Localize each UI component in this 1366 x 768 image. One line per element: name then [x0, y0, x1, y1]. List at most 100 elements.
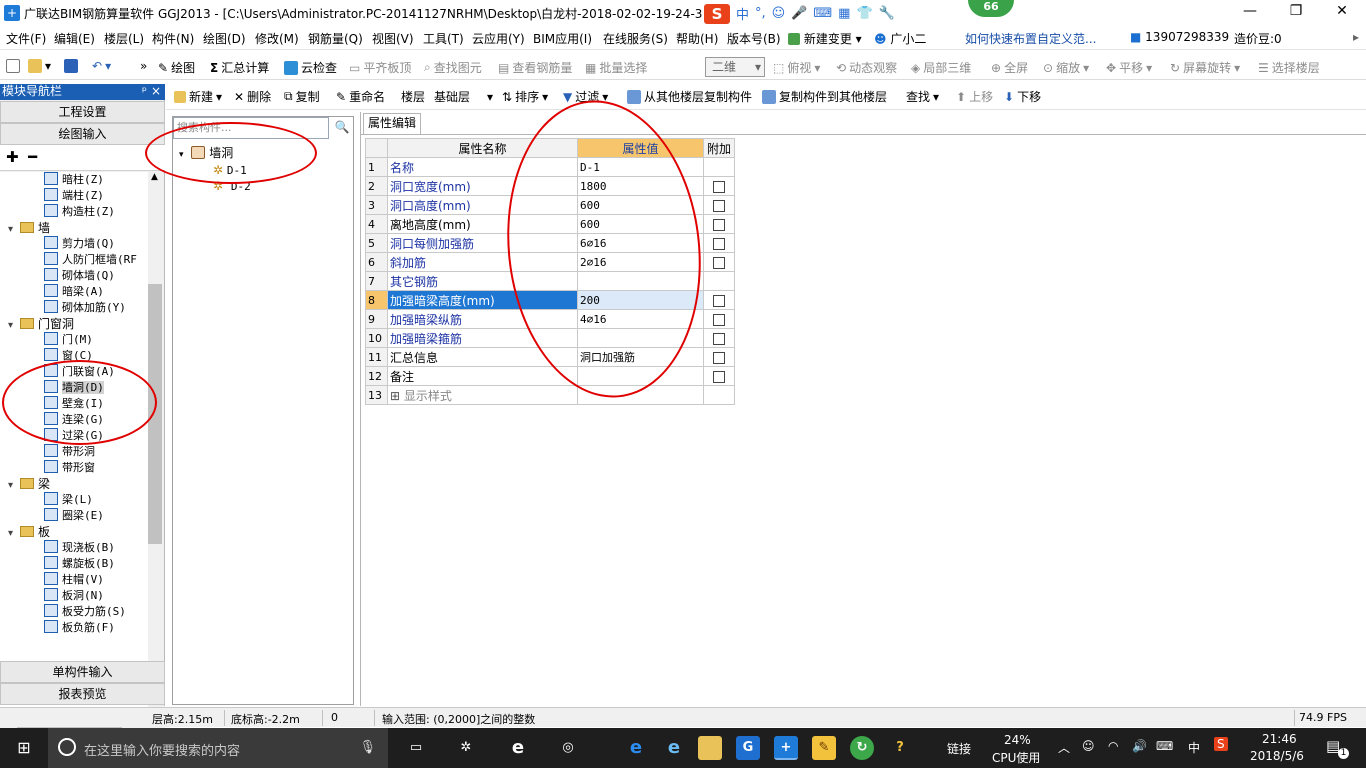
cloud-check-button[interactable]: 云检查: [284, 59, 337, 76]
tree-expand-icon[interactable]: ▾: [8, 222, 20, 238]
windows-start-icon[interactable]: ⊞: [0, 728, 48, 768]
pan-button[interactable]: ✥ 平移 ▾: [1106, 59, 1152, 76]
nav-item[interactable]: 砌体墙(Q): [44, 268, 115, 284]
pinwheel-icon[interactable]: ✲: [454, 736, 478, 760]
nav-item[interactable]: 构造柱(Z): [44, 204, 115, 220]
task-view-icon[interactable]: ▭: [404, 736, 428, 760]
ie-icon[interactable]: e: [506, 736, 530, 760]
help-app-icon[interactable]: ?: [888, 736, 912, 760]
nav-item[interactable]: 板洞(N): [44, 588, 104, 604]
notes-app-icon[interactable]: ✎: [812, 736, 836, 760]
view-mode-select[interactable]: 二维 ▾: [705, 57, 765, 77]
report-preview-button[interactable]: 报表预览: [0, 683, 165, 705]
collapse-all-icon[interactable]: ━: [28, 148, 37, 166]
extra-checkbox[interactable]: [713, 332, 725, 345]
tip-link[interactable]: 如何快速布置自定义范...: [965, 30, 1096, 47]
menubar-scroll-icon[interactable]: ▸: [1353, 30, 1359, 44]
nav-item[interactable]: 门(M): [44, 332, 93, 348]
emoji-icon[interactable]: ☺: [772, 6, 786, 21]
menu-modify[interactable]: 修改(M): [255, 30, 299, 47]
extra-checkbox[interactable]: [713, 351, 725, 364]
move-down-button[interactable]: ⬇ 下移: [1004, 88, 1041, 105]
nav-item[interactable]: 砌体加筋(Y): [44, 300, 126, 316]
find-element-button[interactable]: ⌕ 查找图元: [424, 59, 482, 76]
property-row[interactable]: 12 备注: [365, 366, 735, 386]
clock-time[interactable]: 21:46: [1262, 732, 1297, 746]
new-component-button[interactable]: 新建 ▾: [174, 88, 222, 105]
extra-checkbox[interactable]: [713, 256, 725, 269]
nav-item[interactable]: 螺旋板(B): [44, 556, 115, 572]
ime-punct[interactable]: °,: [755, 6, 766, 21]
extra-checkbox[interactable]: [713, 313, 725, 326]
menu-online[interactable]: 在线服务(S): [603, 30, 668, 47]
sum-button[interactable]: Σ 汇总计算: [210, 59, 269, 76]
nav-category[interactable]: ▾ 梁: [8, 476, 50, 492]
extra-checkbox[interactable]: [713, 199, 725, 212]
extra-checkbox[interactable]: [713, 218, 725, 231]
tab-property-edit[interactable]: 属性编辑: [363, 113, 421, 134]
dynamic-view-button[interactable]: ⟲ 动态观察: [836, 59, 897, 76]
user-account[interactable]: ■ 13907298339: [1130, 30, 1229, 44]
nav-item[interactable]: 板受力筋(S): [44, 604, 126, 620]
skin-icon[interactable]: 👕: [856, 6, 872, 21]
tree-expand-icon[interactable]: ▾: [8, 478, 20, 494]
menu-rebar[interactable]: 钢筋量(Q): [308, 30, 363, 47]
search-icon[interactable]: 🔍: [330, 117, 354, 139]
restore-button[interactable]: ❐: [1273, 0, 1319, 24]
toolbox-icon[interactable]: ▦: [838, 6, 850, 21]
align-slab-button[interactable]: ▭ 平齐板顶: [349, 59, 411, 76]
nav-item[interactable]: 带形窗: [44, 460, 95, 476]
nav-item[interactable]: 暗梁(A): [44, 284, 104, 300]
top-view-button[interactable]: ⬚ 俯视 ▾: [773, 59, 820, 76]
tray-expand-icon[interactable]: ︿: [1058, 739, 1070, 756]
microphone-icon[interactable]: 🎙: [359, 740, 376, 755]
people-icon[interactable]: ☺: [1082, 739, 1095, 753]
scroll-up-icon[interactable]: ▲: [151, 172, 158, 182]
copy-button[interactable]: ⧉ 复制: [284, 88, 320, 105]
select-floor-button[interactable]: ☰ 选择楼层: [1258, 59, 1320, 76]
nav-item[interactable]: 梁(L): [44, 492, 93, 508]
nav-item[interactable]: 剪力墙(Q): [44, 236, 115, 252]
menu-help[interactable]: 帮助(H): [676, 30, 718, 47]
swirl-app-icon[interactable]: ◎: [556, 736, 580, 760]
delete-button[interactable]: ✕ 删除: [234, 88, 271, 105]
nav-item[interactable]: 端柱(Z): [44, 188, 104, 204]
clock-date[interactable]: 2018/5/6: [1250, 749, 1304, 763]
expand-row-icon[interactable]: ⊞: [390, 389, 404, 403]
nav-item[interactable]: 现浇板(B): [44, 540, 115, 556]
menu-edit[interactable]: 编辑(E): [54, 30, 95, 47]
tree-expand-icon[interactable]: ▾: [8, 318, 20, 334]
edge-icon[interactable]: e: [624, 736, 648, 760]
local-3d-button[interactable]: ◈ 局部三维: [911, 59, 971, 76]
overflow-icon[interactable]: »: [140, 59, 147, 73]
copy-to-floor-button[interactable]: 复制构件到其他楼层: [762, 88, 887, 105]
nav-category[interactable]: ▾ 墙: [8, 220, 50, 236]
menu-version[interactable]: 版本号(B): [727, 30, 781, 47]
menu-floor[interactable]: 楼层(L): [104, 30, 144, 47]
draw-button[interactable]: ✎ 绘图: [158, 59, 195, 76]
zoom-button[interactable]: ⊙ 缩放 ▾: [1043, 59, 1089, 76]
green-app-icon[interactable]: ↻: [850, 736, 874, 760]
taskbar-search-input[interactable]: 在这里输入你要搜索的内容 🎙: [48, 728, 388, 768]
nav-item[interactable]: 柱帽(V): [44, 572, 104, 588]
full-screen-button[interactable]: ⊕ 全屏: [991, 59, 1028, 76]
extra-checkbox[interactable]: [713, 294, 725, 307]
tree-expand-icon[interactable]: ▾: [8, 526, 20, 542]
sogou-tray-icon[interactable]: S: [1214, 737, 1228, 751]
find-button[interactable]: 查找 ▾: [906, 88, 939, 105]
menu-view[interactable]: 视图(V): [372, 30, 414, 47]
internet-explorer-icon[interactable]: e: [662, 736, 686, 760]
nav-item[interactable]: 暗柱(Z): [44, 172, 104, 188]
sogou-icon[interactable]: S: [704, 3, 730, 24]
save-button[interactable]: [64, 59, 78, 73]
floor-select[interactable]: 基础层 ▾: [434, 88, 493, 105]
links-toolbar[interactable]: 链接: [947, 740, 971, 757]
batch-select-button[interactable]: ▦ 批量选择: [585, 59, 647, 76]
beans-label[interactable]: 造价豆:0: [1234, 30, 1282, 47]
ime-lang[interactable]: 中: [736, 4, 749, 23]
menu-component[interactable]: 构件(N): [152, 30, 194, 47]
assistant-button[interactable]: ☻ 广小二: [874, 30, 926, 47]
single-input-button[interactable]: 单构件输入: [0, 661, 165, 683]
sort-button[interactable]: ⇅ 排序 ▾: [502, 88, 548, 105]
nav-item[interactable]: 板负筋(F): [44, 620, 115, 636]
